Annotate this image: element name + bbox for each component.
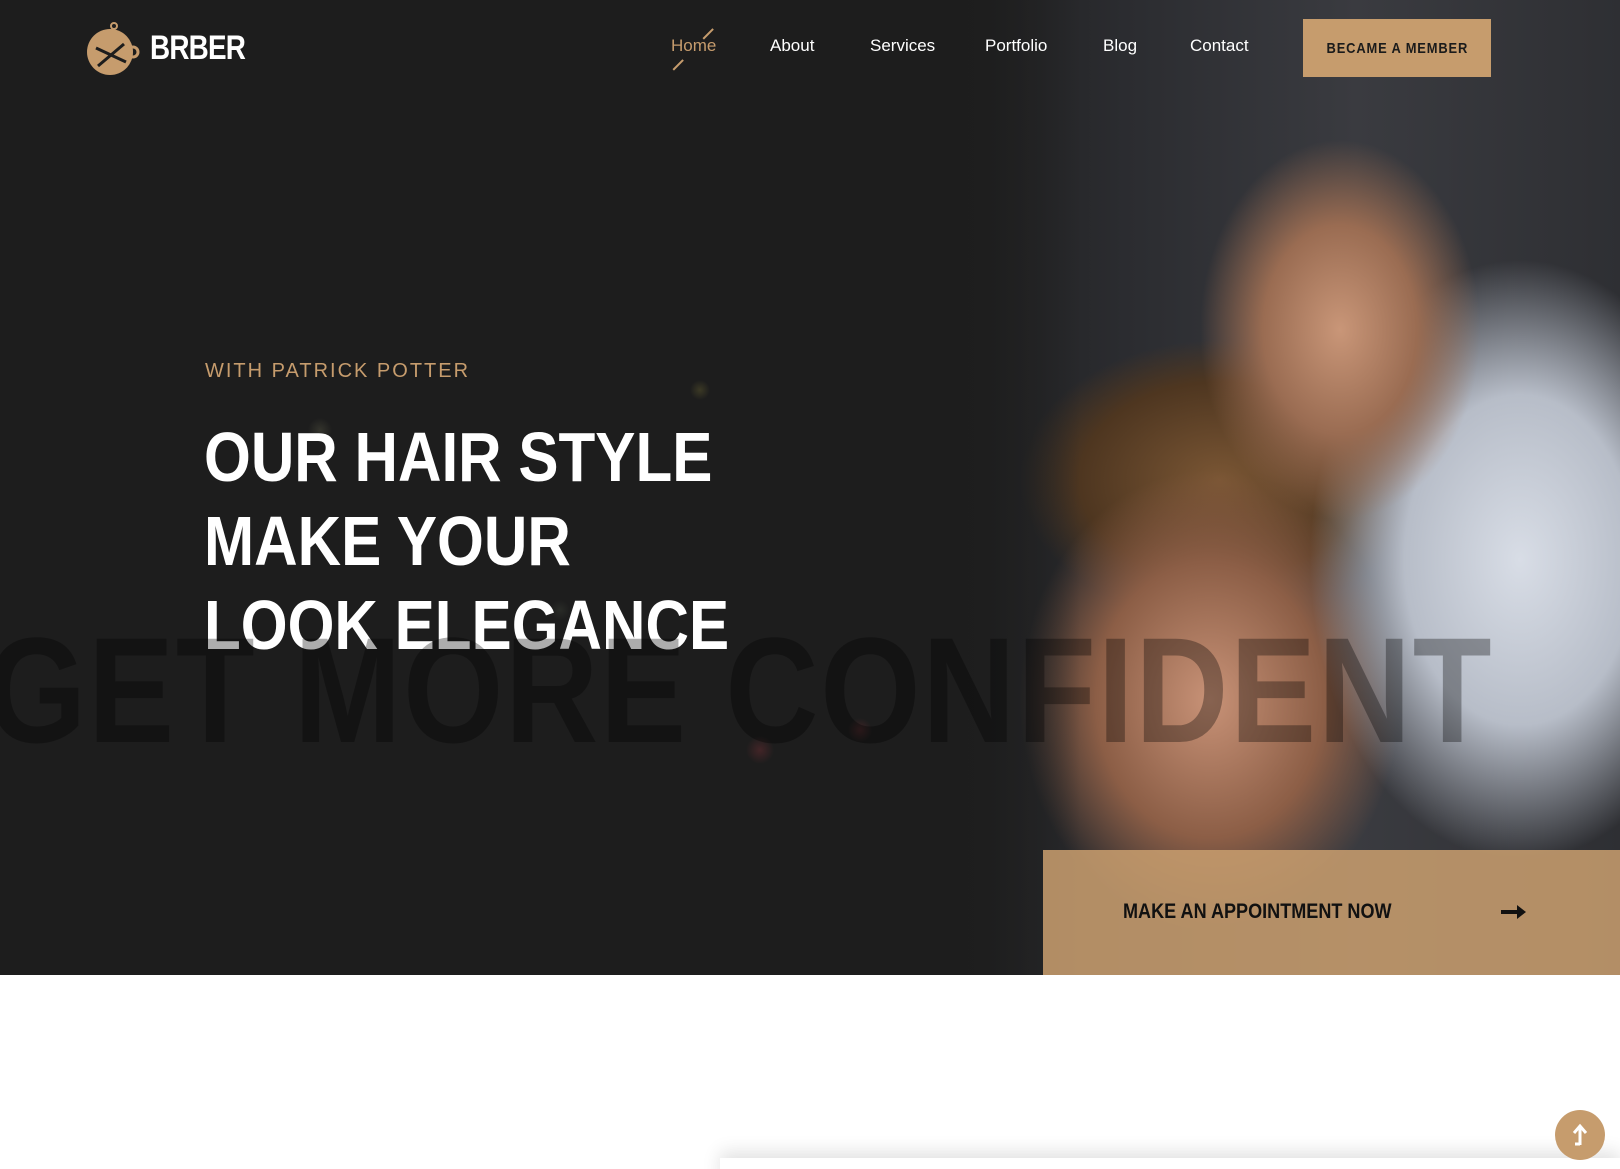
nav-portfolio[interactable]: Portfolio: [985, 36, 1047, 56]
active-slash-bottom: [672, 59, 684, 71]
scissors-logo-icon: [87, 22, 140, 75]
nav-services[interactable]: Services: [870, 36, 935, 56]
become-member-button[interactable]: BECAME A MEMBER: [1303, 19, 1491, 77]
appointment-label: MAKE AN APPOINTMENT NOW: [1123, 900, 1392, 923]
logo[interactable]: BRBER: [86, 18, 266, 78]
appointment-bar[interactable]: MAKE AN APPOINTMENT NOW: [1043, 850, 1620, 975]
arrow-up-icon: [1572, 1123, 1588, 1146]
nav-about[interactable]: About: [770, 36, 814, 56]
nav-blog[interactable]: Blog: [1103, 36, 1137, 56]
arrow-right-icon: [1501, 905, 1526, 919]
nav-contact[interactable]: Contact: [1190, 36, 1249, 56]
hero-subtitle: WITH PATRICK POTTER: [205, 360, 471, 382]
hero-section: BRBER Home About Services Portfolio Blog…: [0, 0, 1620, 975]
watermark-text: GET MORE CONFIDENT: [0, 606, 1494, 774]
scroll-to-top-button[interactable]: [1555, 1110, 1605, 1160]
headline-line-1: OUR HAIR STYLE MAKE YOUR: [204, 418, 713, 580]
nav-home[interactable]: Home: [671, 36, 716, 56]
content-card-edge: [720, 1158, 1620, 1169]
become-member-label: BECAME A MEMBER: [1326, 39, 1468, 57]
photo-shade: [960, 0, 1080, 975]
brand-name: BRBER: [150, 28, 246, 67]
